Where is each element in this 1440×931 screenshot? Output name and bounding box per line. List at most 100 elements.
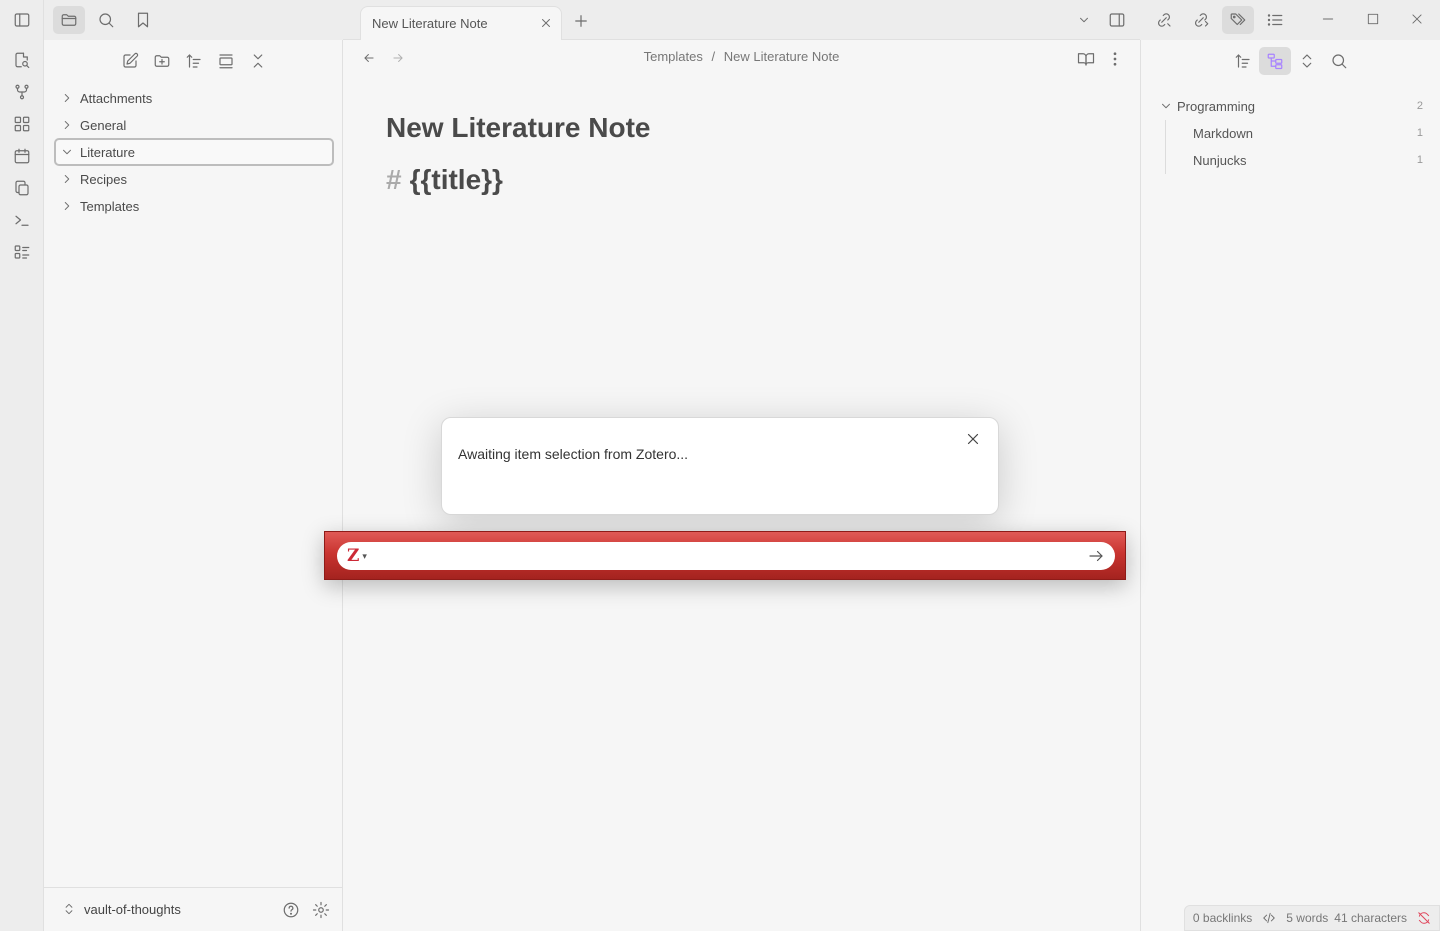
terminal-icon xyxy=(15,215,29,226)
new-note-button[interactable] xyxy=(114,47,146,75)
tag-count: 1 xyxy=(1416,127,1423,139)
zotero-mode-dropdown[interactable]: ▾ xyxy=(362,551,367,562)
close-window-button[interactable] xyxy=(1410,12,1424,26)
calendar-icon xyxy=(14,148,30,164)
open-daily-note-button[interactable] xyxy=(11,145,33,167)
breadcrumb-separator: / xyxy=(711,49,716,64)
list-layout-icon xyxy=(14,245,30,259)
breadcrumb-note[interactable]: New Literature Note xyxy=(724,49,840,64)
book-open-icon xyxy=(1077,53,1095,66)
toggle-left-sidebar-button[interactable] xyxy=(11,9,33,31)
sync-off-icon[interactable] xyxy=(1417,911,1431,925)
chevron-down-icon xyxy=(1162,103,1170,109)
sort-icon xyxy=(186,54,201,68)
note-title[interactable]: New Literature Note xyxy=(386,112,651,144)
modal-message: Awaiting item selection from Zotero... xyxy=(458,446,689,462)
tree-folder-label: Literature xyxy=(80,144,135,160)
tree-folder-general[interactable]: General xyxy=(54,111,334,139)
open-canvas-button[interactable] xyxy=(11,113,33,135)
tag-item-nunjucks[interactable]: Nunjucks 1 xyxy=(1193,147,1440,173)
files-tab[interactable] xyxy=(53,6,85,34)
chevrons-collapse-icon xyxy=(253,54,263,68)
tree-folder-label: General xyxy=(80,117,127,133)
insert-template-button[interactable] xyxy=(11,177,33,199)
open-graph-view-button[interactable] xyxy=(11,81,33,103)
backlinks-tab[interactable] xyxy=(1148,6,1180,34)
tab-new-literature-note[interactable]: New Literature Note xyxy=(360,6,562,40)
tags-tab[interactable] xyxy=(1222,6,1254,34)
arrow-right-icon xyxy=(1089,550,1103,562)
open-command-palette-button[interactable] xyxy=(11,209,33,231)
tree-folder-label: Recipes xyxy=(80,171,127,187)
tag-item-markdown[interactable]: Markdown 1 xyxy=(1193,120,1440,146)
tag-search-button[interactable] xyxy=(1323,47,1355,75)
tree-nested-icon xyxy=(1267,53,1283,70)
code-icon[interactable] xyxy=(1262,911,1276,925)
reading-view-button[interactable] xyxy=(1077,50,1095,68)
folder-icon xyxy=(61,14,77,26)
heading-text: {{title}} xyxy=(409,164,503,195)
tag-count: 2 xyxy=(1416,100,1423,112)
tag-count: 1 xyxy=(1416,154,1423,166)
folder-plus-icon xyxy=(154,55,170,67)
zotero-search-input[interactable] xyxy=(372,545,1083,567)
tag-item-programming[interactable]: Programming 2 xyxy=(1159,93,1440,119)
settings-button[interactable] xyxy=(312,901,330,919)
sort-icon xyxy=(1235,54,1250,68)
collapse-all-button[interactable] xyxy=(242,47,274,75)
backlinks-count[interactable]: 0 backlinks xyxy=(1193,911,1252,925)
toggle-right-sidebar-button[interactable] xyxy=(1108,11,1126,29)
close-icon xyxy=(542,19,550,27)
tree-folder-literature[interactable]: Literature xyxy=(54,138,334,166)
nested-tags-toggle[interactable] xyxy=(1259,47,1291,75)
outgoing-links-tab[interactable] xyxy=(1185,6,1217,34)
close-icon xyxy=(967,433,979,445)
zotero-logo[interactable]: Z xyxy=(347,546,359,566)
open-outline-list-button[interactable] xyxy=(11,241,33,263)
bookmarks-tab[interactable] xyxy=(127,6,159,34)
list-icon xyxy=(1267,14,1283,26)
help-button[interactable] xyxy=(282,901,300,919)
chevron-down-icon xyxy=(1080,17,1088,23)
chevron-right-icon xyxy=(64,202,70,210)
tab-list-dropdown[interactable] xyxy=(1077,13,1091,27)
file-search-icon xyxy=(15,52,30,69)
chevron-right-icon xyxy=(64,94,70,102)
vault-name[interactable]: vault-of-thoughts xyxy=(84,902,181,917)
search-tab[interactable] xyxy=(90,6,122,34)
minimize-window-button[interactable] xyxy=(1321,12,1335,26)
close-tab-button[interactable] xyxy=(539,16,553,30)
modal-close-button[interactable] xyxy=(964,430,982,448)
sort-order-button[interactable] xyxy=(178,47,210,75)
bookmark-icon xyxy=(137,12,149,28)
outline-tab[interactable] xyxy=(1259,6,1291,34)
expand-collapse-all-button[interactable] xyxy=(1291,47,1323,75)
auto-reveal-button[interactable] xyxy=(210,47,242,75)
tags-icon xyxy=(1230,13,1246,26)
git-fork-icon xyxy=(15,84,29,100)
tree-folder-recipes[interactable]: Recipes xyxy=(54,165,334,193)
search-icon xyxy=(99,13,114,28)
maximize-window-button[interactable] xyxy=(1366,12,1380,26)
tab-bar: New Literature Note xyxy=(343,0,1140,40)
maximize-icon xyxy=(1367,13,1379,25)
more-options-button[interactable] xyxy=(1106,50,1124,68)
plus-icon xyxy=(575,15,587,27)
chevrons-up-down-icon xyxy=(65,903,73,915)
chevron-down-icon xyxy=(63,149,71,155)
tree-folder-templates[interactable]: Templates xyxy=(54,192,334,220)
file-explorer: Attachments General Literature Recipes T… xyxy=(44,40,343,931)
vault-switcher-button[interactable] xyxy=(62,902,76,916)
status-bar: 0 backlinks 5 words 41 characters xyxy=(1183,905,1440,931)
tree-indent-guide xyxy=(1165,120,1166,174)
new-folder-button[interactable] xyxy=(146,47,178,75)
zotero-submit-button[interactable] xyxy=(1083,543,1109,569)
note-heading[interactable]: # {{title}} xyxy=(386,164,503,196)
tree-folder-attachments[interactable]: Attachments xyxy=(54,84,334,112)
new-tab-button[interactable] xyxy=(572,12,590,30)
tag-label: Programming xyxy=(1177,98,1256,114)
tag-sort-button[interactable] xyxy=(1227,47,1259,75)
gear-icon xyxy=(312,901,330,919)
open-quick-switcher-button[interactable] xyxy=(11,49,33,71)
breadcrumb-folder[interactable]: Templates xyxy=(644,49,703,64)
